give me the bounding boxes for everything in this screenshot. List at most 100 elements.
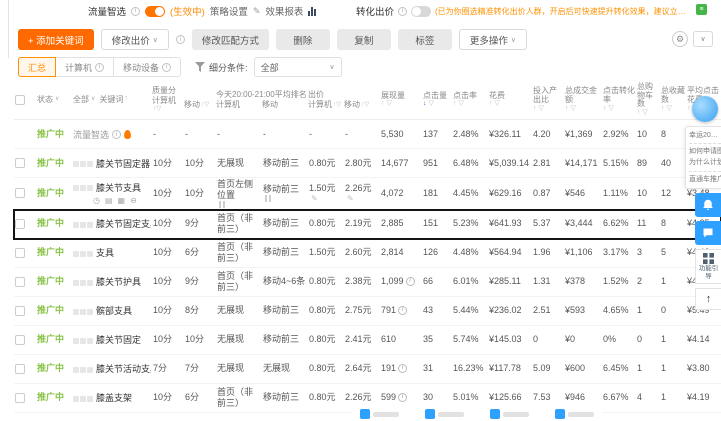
rank-trend-icon[interactable] [265,195,273,203]
revenue-cell: ¥946 [565,392,586,403]
edit-pencil-icon[interactable]: ✎ [347,194,354,204]
quality-score-pc-cell: 10分 [153,305,173,316]
rank-trend-icon[interactable] [219,200,227,208]
helper-widget: 幸运20… 如何申请图片切换 为什么计划投放… 直通车推广计划… 功能引导 ↑ [685,96,721,311]
revenue-cell: ¥593 [565,305,586,316]
condition-select[interactable]: 全部 ∨ [253,57,342,77]
row-checkbox[interactable] [15,218,25,229]
grid-icon [703,252,714,264]
feature-guide-button[interactable]: 功能引导 [695,248,721,285]
sort-asc-icon: ↑ [453,100,457,108]
promo-list-icon[interactable]: ≡ [696,4,707,15]
info-icon[interactable]: i [175,35,185,44]
modify-match-button[interactable]: 修改匹配方式 [191,29,269,50]
copy-button[interactable]: 复制 [336,29,391,50]
rank-mobile-header[interactable]: 移动 [262,100,308,109]
metric-header-ctr[interactable]: 点击率 ↑ ▽ [452,90,488,110]
info-icon[interactable]: i [131,6,141,16]
info-icon[interactable]: i [112,130,122,140]
keyword-label: 膝关节护具 [96,277,142,288]
collapse-chevron-icon[interactable]: ∨ [693,31,713,47]
metric-header-favorites[interactable]: 总收藏数 ↑ ▽ [660,85,686,114]
table-row[interactable]: 推广中 膝关节固定 i ◷▤▦⊖ 10分 10分 无展现 移动前三 0.80元✎… [14,325,721,355]
metric-header-cost[interactable]: 花费 ↑ ▽ [488,90,532,110]
metric-header-revenue[interactable]: 总成交金额 ↑ ▽ [564,85,602,114]
shortcut-item[interactable] [425,409,464,419]
rank-pc-header[interactable]: 计算机 [216,100,262,109]
row-checkbox[interactable] [15,158,25,168]
metric-header-clicks[interactable]: 点击量 ↓ ▽ [422,90,452,110]
metric-header-roi[interactable]: 投入产出比 ↑ ▽ [532,85,564,114]
bid-pc-cell: 0.80元✎ [309,363,336,374]
quality-score-mobile-cell: 9分 [185,218,200,229]
keyword-flag-icons [73,337,93,344]
shortcut-item[interactable] [555,409,594,419]
carts-cell: 1 [637,305,643,316]
filter-icon: ▽ [642,109,648,117]
delete-button[interactable]: 删除 [275,29,330,50]
notification-bell-icon[interactable] [695,192,721,217]
metric-header-cvr[interactable]: 点击转化率 ↑ ▽ [602,85,636,114]
keyword-action-icons[interactable]: ◷ ▤ ▦ ⊖ [93,196,151,206]
bid-pc-header[interactable]: 计算机 ↑▽ [308,100,344,109]
roi-cell: 5.37 [533,218,551,229]
status-column-header[interactable]: 状态 ∨ [36,93,72,106]
table-row[interactable]: 推广中 髌部支具 i ◷▤▦⊖ 10分 8分 无展现 移动前三 0.80元✎ 2… [14,296,721,326]
info-icon[interactable]: i [398,306,408,316]
chat-icon[interactable] [695,220,721,245]
flow-select-toggle[interactable] [145,5,166,17]
tab-summary[interactable]: 汇总 [18,57,57,77]
row-checkbox[interactable] [15,247,25,258]
edit-pencil-icon[interactable]: ✎ [311,194,318,204]
metric-header-carts[interactable]: 总购物车数 ↑ ▽ [636,81,660,118]
table-row[interactable]: 推广中 膝关节活动支具 i ◷▤▦⊖ 7分 7分 无展现 无展现 0.80元✎ … [14,354,721,384]
row-checkbox[interactable] [15,363,25,374]
conversion-bid-toggle[interactable] [411,5,432,17]
tab-mobile[interactable]: 移动设备 i [113,57,182,77]
table-row[interactable]: 推广中 膝关节护具 i ◷▤▦⊖ 10分 9分 首页（非前三） 移动4~6条 0… [14,267,721,297]
keyword-column-header[interactable]: 全部 ∨ 关键词 ↑ [72,93,152,106]
quality-score-pc-header[interactable]: 计算机 ↑▽ [152,96,184,113]
shortcut-item[interactable] [360,409,399,419]
back-to-top-icon[interactable]: ↑ [695,288,721,311]
bid-mobile-header[interactable]: 移动 ↑▽ [344,100,380,109]
info-icon[interactable]: i [398,6,408,16]
report-link[interactable]: 效果报表 [265,4,303,18]
more-actions-dropdown[interactable]: 更多操作 ∨ [458,29,527,50]
row-checkbox[interactable] [15,188,25,199]
info-icon[interactable]: i [405,277,415,287]
settings-gear-icon[interactable]: ⚙ [672,31,688,47]
table-row[interactable]: 推广中 支具 i ◷▤▦⊖ 10分 6分 首页（非前三） 移动前三 1.50元✎… [14,238,721,268]
table-row[interactable]: 推广中 膝关节支具 i ◷▤▦⊖ 10分 10分 首页左侧位置 移动前三 1.5… [14,178,721,210]
info-icon[interactable]: i [398,364,408,374]
impressions-cell: 599 i [380,391,422,404]
strategy-settings-link[interactable]: 策略设置 [210,4,248,18]
quality-score-mobile-header[interactable]: 移动 ↑▽ [184,96,216,113]
help-link[interactable]: 直通车推广计划… [689,174,721,185]
tag-button[interactable]: 标签 [397,29,452,50]
revenue-cell: ¥1,106 [565,247,593,258]
row-checkbox[interactable] [15,334,25,345]
row-checkbox[interactable] [15,276,25,287]
toolbar-right: ⚙ ∨ [672,31,713,47]
edit-pencil-icon[interactable]: ✎ [253,6,261,17]
help-link[interactable]: 幸运20… [689,130,721,141]
assistant-avatar[interactable] [692,96,718,122]
cvr-cell: 1.11% [603,187,628,198]
help-link[interactable]: 如何申请图片切换 [689,146,721,157]
shortcut-item[interactable] [490,409,529,419]
add-keyword-button[interactable]: + 添加关键词 [18,29,94,50]
row-checkbox[interactable] [15,305,25,316]
table-row[interactable]: 推广中 膝关节固定支具 i ◷▤▦⊖ 10分 9分 首页（非前三） 移动前三 0… [13,208,721,240]
select-all-checkbox[interactable] [15,94,25,105]
modify-bid-dropdown[interactable]: 修改出价 ∨ [100,29,169,50]
metric-header-impressions[interactable]: 展现量 ↑ ▽ [380,90,422,110]
help-link[interactable]: 为什么计划投放… [689,157,721,168]
tab-computer[interactable]: 计算机 i [55,57,115,77]
row-checkbox[interactable] [15,392,25,403]
info-icon[interactable]: i [398,393,408,403]
table-row[interactable]: 推广中 膝关节固定器 i ◷▤▦⊖ 10分 10分 无展现 移动前三 0.80元… [14,149,721,178]
filter-icon: ▽ [538,104,544,112]
bar-chart-icon[interactable] [308,6,317,16]
table-row[interactable]: 推广中 流量智选 i ◷▤▦⊖ - - - - -✎ -✎ 5,530i 137… [14,120,721,149]
